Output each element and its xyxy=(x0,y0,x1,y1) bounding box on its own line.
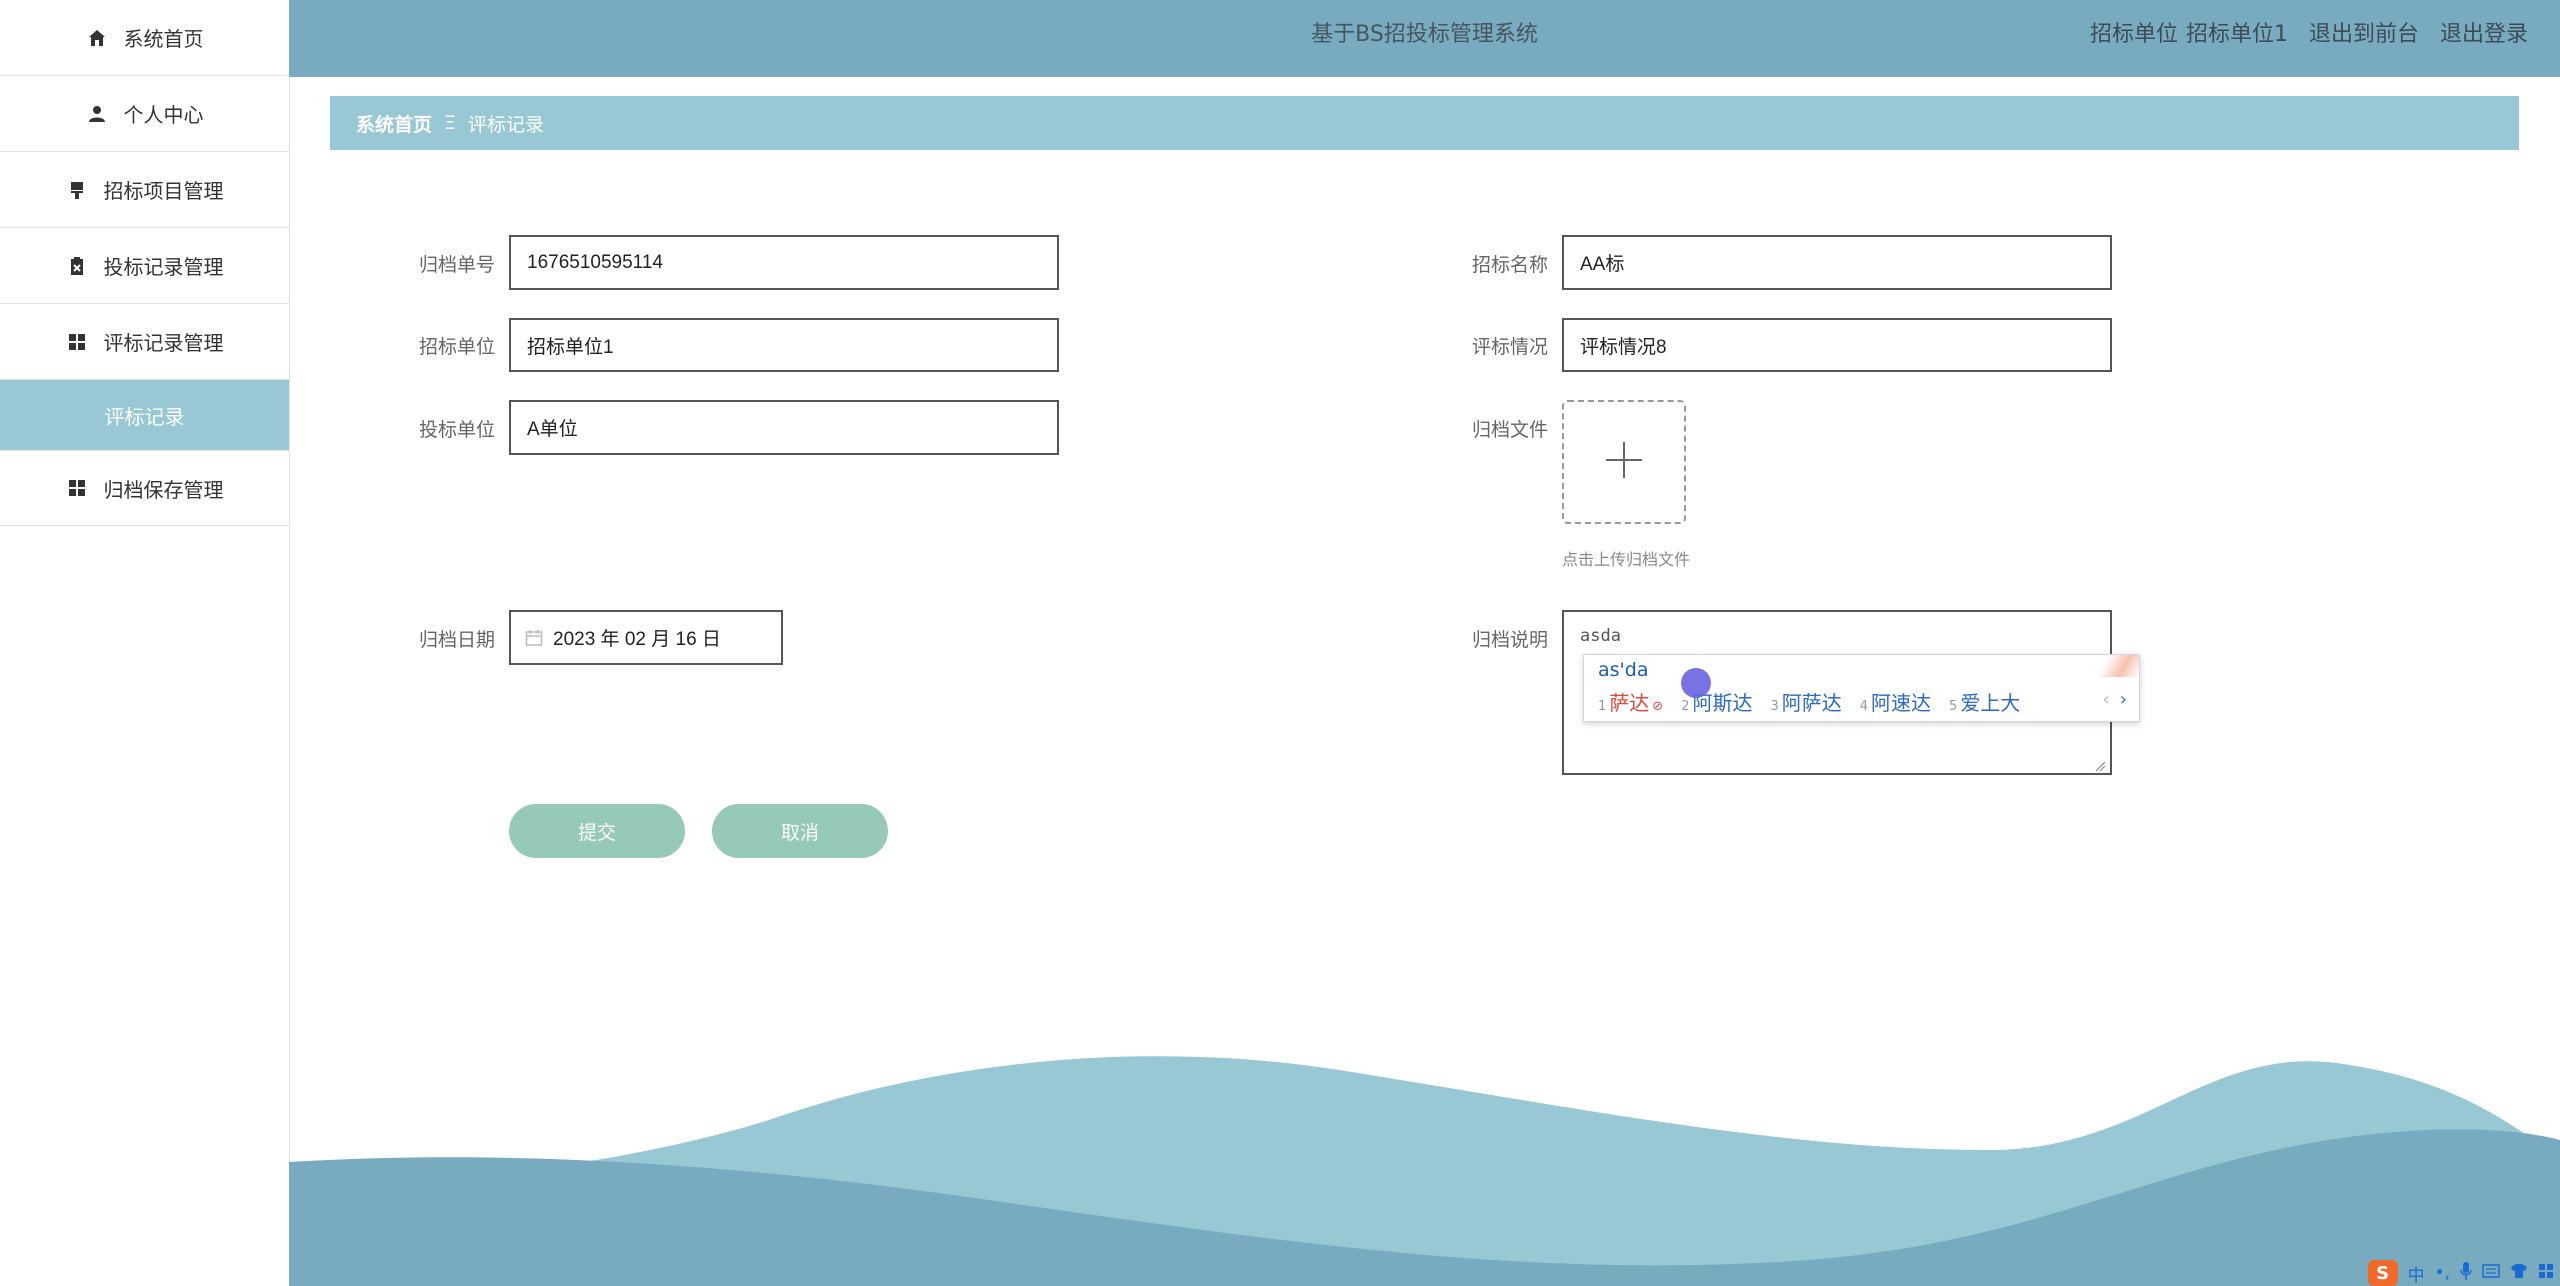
bid-unit-label: 投标单位 xyxy=(418,419,495,441)
ime-candidate-text: 阿速达 xyxy=(1871,691,1932,715)
ime-candidate-list: 1 萨达 ⊘ 2 阿斯达 3 阿萨达 4 阿速达 5 爱上大 xyxy=(1598,687,2038,716)
resize-handle-icon[interactable] xyxy=(2094,757,2106,772)
brush-icon xyxy=(66,179,88,201)
decorative-waves xyxy=(289,1056,2560,1286)
breadcrumb-separator: Ξ xyxy=(444,112,457,134)
sidebar-item-label: 系统首页 xyxy=(123,27,204,51)
tender-name-label: 招标名称 xyxy=(1471,254,1548,276)
tender-unit-label: 招标单位 xyxy=(418,336,495,358)
grid-icon xyxy=(66,477,88,499)
user-name: 招标单位1 xyxy=(2185,22,2288,47)
ime-candidate-text: 萨达 xyxy=(1609,691,1650,715)
home-icon xyxy=(86,27,108,49)
sogou-ime-logo[interactable]: S xyxy=(2367,1260,2398,1286)
sidebar-item-evaluation-management[interactable]: 评标记录管理 xyxy=(0,304,289,380)
user-icon xyxy=(86,103,108,125)
ime-composition: as'da xyxy=(1598,659,1649,681)
ime-skin-decoration xyxy=(2099,655,2139,677)
mouse-cursor-indicator xyxy=(1681,668,1711,698)
breadcrumb-home[interactable]: 系统首页 xyxy=(356,110,432,137)
clipboard-x-icon xyxy=(66,255,88,277)
ime-candidate-number: 3 xyxy=(1770,699,1779,714)
ime-candidate[interactable]: 3 阿萨达 xyxy=(1770,687,1841,716)
archive-date-picker[interactable]: 2023 年 02 月 16 日 xyxy=(509,610,783,665)
file-upload-box[interactable] xyxy=(1562,400,1686,524)
grid-icon xyxy=(66,331,88,353)
check-icon: ⊘ xyxy=(1652,699,1664,714)
ime-candidate[interactable]: 4 阿速达 xyxy=(1860,687,1931,716)
microphone-icon[interactable] xyxy=(2460,1261,2472,1285)
sidebar-item-archive-management[interactable]: 归档保存管理 xyxy=(0,450,289,526)
ime-page-nav: ‹ › xyxy=(2103,689,2127,710)
header-user-area: 招标单位 招标单位1 退出到前台 退出登录 xyxy=(2090,0,2528,70)
breadcrumb-current: 评标记录 xyxy=(468,113,545,136)
calendar-icon xyxy=(525,629,543,647)
upload-tip: 点击上传归档文件 xyxy=(1562,550,1691,569)
toolbox-grid-icon[interactable] xyxy=(2538,1263,2554,1284)
archive-desc-label: 归档说明 xyxy=(1471,629,1548,651)
evaluation-input[interactable]: 评标情况8 xyxy=(1562,318,2112,372)
ime-candidate-text: 阿萨达 xyxy=(1781,691,1842,715)
tender-unit-input[interactable]: 招标单位1 xyxy=(509,318,1059,372)
archive-no-label: 归档单号 xyxy=(418,254,495,276)
top-header: 基于BS招投标管理系统 招标单位 招标单位1 退出到前台 退出登录 xyxy=(289,0,2560,77)
ime-language-indicator[interactable]: 中 xyxy=(2408,1261,2425,1286)
sidebar-item-tender-projects[interactable]: 招标项目管理 xyxy=(0,152,289,228)
sidebar-item-label: 招标项目管理 xyxy=(103,179,224,203)
keyboard-icon[interactable] xyxy=(2482,1263,2500,1284)
evaluation-label: 评标情况 xyxy=(1471,336,1548,358)
archive-date-value: 2023 年 02 月 16 日 xyxy=(553,629,721,650)
sidebar-item-label: 投标记录管理 xyxy=(103,255,224,279)
punctuation-icon[interactable]: •, xyxy=(2435,1263,2450,1283)
ime-candidate-number: 1 xyxy=(1598,699,1607,714)
sidebar: 系统首页 个人中心 招标项目管理 投标记录管理 评标记录管理 评标记录 归档保存… xyxy=(0,0,290,1286)
ime-candidate-window: as'da 1 萨达 ⊘ 2 阿斯达 3 阿萨达 4 阿速达 5 爱上大 ‹ › xyxy=(1583,654,2140,722)
archive-date-label: 归档日期 xyxy=(418,629,495,651)
system-tray: S 中 •, xyxy=(2334,1260,2560,1286)
ime-next-page-icon[interactable]: › xyxy=(2120,689,2127,710)
plus-icon xyxy=(1604,440,1644,484)
ime-candidate-number: 5 xyxy=(1949,699,1958,714)
ime-candidate[interactable]: 5 爱上大 xyxy=(1949,687,2020,716)
tender-name-input[interactable]: AA标 xyxy=(1562,235,2112,290)
sidebar-item-profile[interactable]: 个人中心 xyxy=(0,76,289,152)
submit-button[interactable]: 提交 xyxy=(509,804,685,858)
skin-icon[interactable] xyxy=(2510,1263,2528,1284)
ime-candidate-number: 4 xyxy=(1859,699,1869,714)
sidebar-item-evaluation-records[interactable]: 评标记录 xyxy=(0,380,289,450)
archive-no-input[interactable]: 1676510595114 xyxy=(509,235,1059,290)
sidebar-item-label: 评标记录管理 xyxy=(103,331,224,355)
sidebar-item-label: 个人中心 xyxy=(123,103,204,127)
sidebar-item-home[interactable]: 系统首页 xyxy=(0,0,289,76)
archive-file-label: 归档文件 xyxy=(1471,419,1548,441)
ime-candidate-text: 爱上大 xyxy=(1960,691,2021,715)
ime-candidate[interactable]: 1 萨达 ⊘ xyxy=(1598,687,1663,716)
user-role: 招标单位 xyxy=(2089,22,2178,47)
sidebar-item-label: 评标记录 xyxy=(104,404,185,429)
breadcrumb: 系统首页 Ξ 评标记录 xyxy=(330,96,2519,150)
back-to-front-link[interactable]: 退出到前台 xyxy=(2309,22,2419,47)
sidebar-item-bid-records[interactable]: 投标记录管理 xyxy=(0,228,289,304)
ime-candidate-number: 2 xyxy=(1681,699,1690,714)
sidebar-item-label: 归档保存管理 xyxy=(103,477,224,502)
archive-desc-value: asda xyxy=(1580,626,1621,646)
cancel-button[interactable]: 取消 xyxy=(712,804,888,858)
bid-unit-input[interactable]: A单位 xyxy=(509,400,1059,455)
logout-link[interactable]: 退出登录 xyxy=(2440,22,2528,47)
ime-prev-page-icon[interactable]: ‹ xyxy=(2103,689,2110,710)
